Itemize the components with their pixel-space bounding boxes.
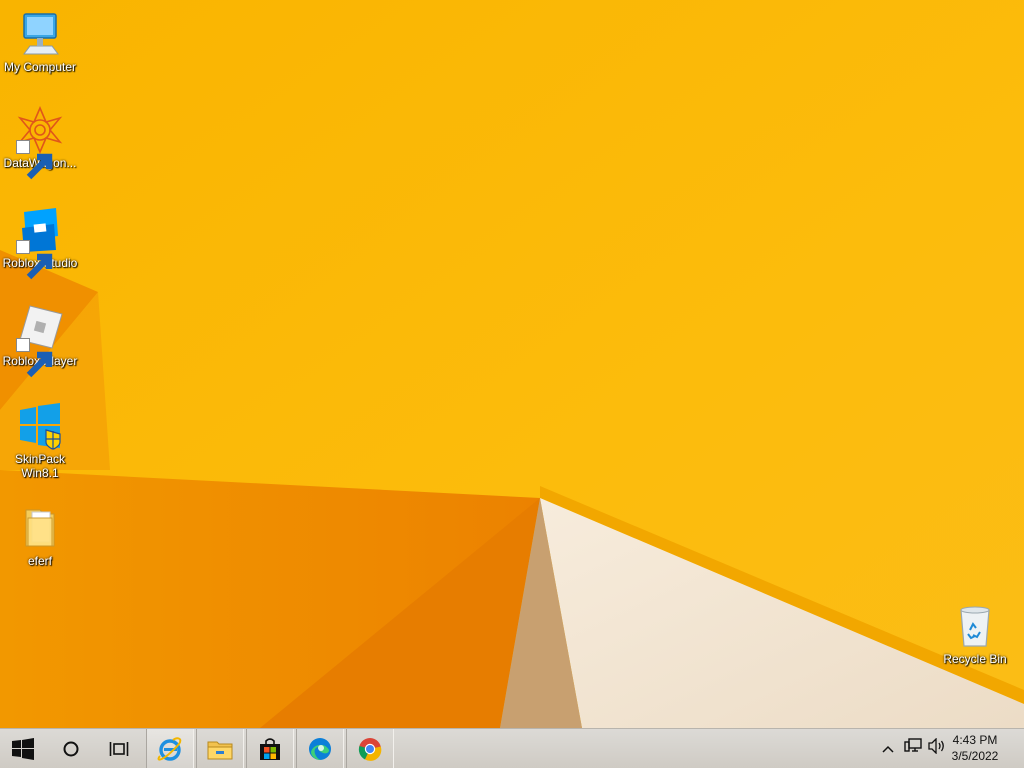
recycle-bin-shortcut[interactable]: Recycle Bin: [935, 602, 1015, 666]
datawagon-shortcut[interactable]: DataWagon...: [0, 106, 80, 180]
windows-logo-icon: [12, 737, 34, 760]
taskbar: 4:43 PM 3/5/2022: [0, 728, 1024, 768]
internet-explorer-icon: [157, 736, 183, 762]
internet-explorer-button[interactable]: [146, 729, 194, 768]
roblox-player-shortcut[interactable]: Roblox Player: [0, 304, 80, 378]
desktop-icon-label: SkinPack Win8.1: [14, 452, 66, 480]
roblox-studio-icon: [16, 206, 64, 280]
chevron-up-icon: [882, 740, 894, 758]
edge-icon: [307, 736, 333, 762]
task-view-icon: [109, 741, 129, 757]
datawagon-icon: [16, 106, 64, 180]
clock-time: 4:43 PM: [952, 733, 998, 747]
system-clock[interactable]: 4:43 PM 3/5/2022: [940, 732, 1010, 764]
clock-date: 3/5/2022: [951, 749, 999, 763]
eferf-folder[interactable]: eferf: [0, 504, 80, 568]
show-hidden-icons-button[interactable]: [878, 729, 898, 768]
file-explorer-button[interactable]: [196, 729, 244, 768]
search-button[interactable]: [48, 729, 94, 768]
network-status-button[interactable]: [902, 729, 924, 768]
store-icon: [258, 737, 282, 761]
desktop-icon-label: eferf: [27, 554, 52, 568]
start-button[interactable]: [0, 729, 46, 768]
wallpaper: [0, 0, 1024, 728]
roblox-studio-shortcut[interactable]: Roblox Studio: [0, 206, 80, 280]
recycle-bin-icon: [951, 602, 999, 650]
recycle-bin-label: Recycle Bin: [943, 652, 1007, 666]
store-button[interactable]: [246, 729, 294, 768]
chrome-icon: [357, 736, 383, 762]
search-circle-icon: [62, 740, 80, 758]
skinpack-icon: [16, 402, 64, 450]
task-view-button[interactable]: [96, 729, 142, 768]
folder-icon: [16, 504, 64, 552]
chrome-button[interactable]: [346, 729, 394, 768]
file-explorer-icon: [207, 737, 233, 761]
network-icon: [904, 738, 922, 759]
shortcut-arrow-icon: [16, 140, 53, 180]
shortcut-arrow-icon: [16, 338, 53, 378]
desktop-icon-label: My Computer: [3, 60, 77, 74]
shortcut-arrow-icon: [16, 240, 53, 280]
edge-button[interactable]: [296, 729, 344, 768]
roblox-player-icon: [16, 304, 64, 378]
my-computer-shortcut[interactable]: My Computer: [0, 10, 80, 74]
skinpack-shortcut[interactable]: SkinPack Win8.1: [0, 402, 80, 480]
my-computer-icon: [16, 10, 64, 58]
desktop[interactable]: My Computer DataWagon... Roblox Studio R…: [0, 0, 1024, 728]
